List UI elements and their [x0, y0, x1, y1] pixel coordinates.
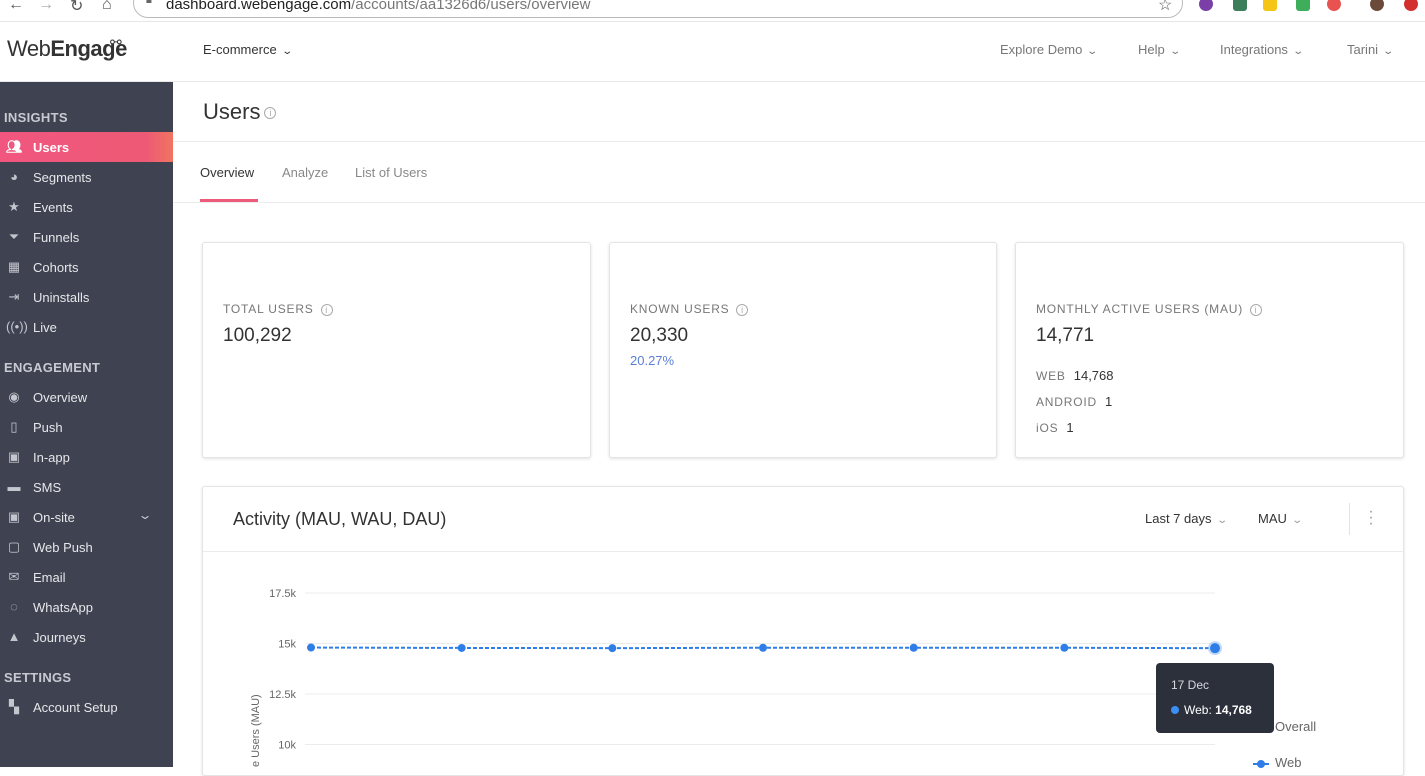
data-point [307, 643, 315, 652]
activity-line-chart: 17.5k 15k 12.5k 10k e Users (MAU) [250, 588, 1222, 767]
data-point [1060, 643, 1069, 652]
data-point [608, 644, 617, 653]
series-dot-icon [1171, 706, 1179, 714]
chart-tooltip: 17 Dec Web: 14,768 [1156, 663, 1274, 733]
data-point [1210, 643, 1220, 654]
y-tick-label: 10k [278, 740, 296, 752]
tooltip-row: Web: 14,768 [1171, 703, 1252, 717]
data-point [909, 643, 918, 652]
y-tick-label: 12.5k [269, 689, 296, 701]
legend-swatch-icon [1253, 759, 1269, 768]
data-point [759, 643, 767, 652]
legend-item-web[interactable]: Web [1253, 755, 1302, 770]
data-point [457, 643, 466, 652]
legend-item-overall[interactable]: Overall [1275, 719, 1316, 734]
y-axis-label: e Users (MAU) [250, 694, 262, 767]
y-tick-label: 15k [278, 639, 296, 651]
tooltip-date: 17 Dec [1171, 678, 1210, 692]
y-tick-label: 17.5k [269, 588, 296, 600]
